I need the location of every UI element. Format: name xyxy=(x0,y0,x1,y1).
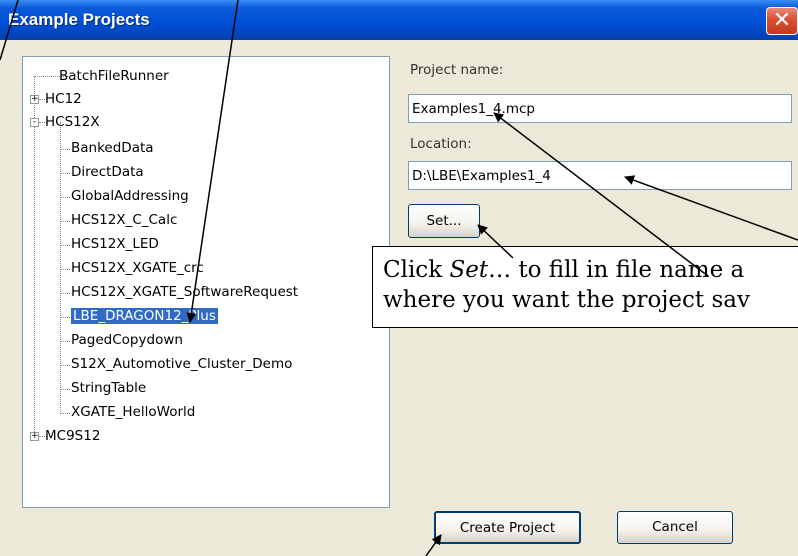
tree-item-lbe-dragon12-plus[interactable]: LBE_DRAGON12_Plus xyxy=(71,307,218,325)
tree-item-label: MC9S12 xyxy=(45,428,101,444)
tree-item-hcs12x-xgate-softwarerequest[interactable]: HCS12X_XGATE_SoftwareRequest xyxy=(71,283,298,301)
set-button-label: Set... xyxy=(426,213,462,229)
tree-item-label: HCS12X_LED xyxy=(71,236,159,252)
tree-item-label: HC12 xyxy=(45,91,82,107)
tree-item-label: BankedData xyxy=(71,140,154,156)
collapse-minus-icon[interactable]: - xyxy=(30,118,39,127)
tree-item-batchfilerunner[interactable]: BatchFileRunner xyxy=(59,67,169,85)
callout-line-2: where you want the project sav xyxy=(383,287,750,313)
tree-item-label: HCS12X_XGATE_SoftwareRequest xyxy=(71,284,299,300)
tree-item-hcs12x-led[interactable]: HCS12X_LED xyxy=(71,235,159,253)
tree-item-label: StringTable xyxy=(71,380,147,396)
tree-item-label: S12X_Automotive_Cluster_Demo xyxy=(71,356,293,372)
window-title: Example Projects xyxy=(8,10,150,29)
callout-line-1: Click Set… to fill in file name a xyxy=(383,257,745,283)
tree-item-xgate-helloworld[interactable]: XGATE_HelloWorld xyxy=(71,403,195,421)
title-bar: Example Projects ✕ xyxy=(0,0,798,40)
dialog-window: Example Projects ✕ BatchFileRunner + HC1… xyxy=(0,0,798,556)
tree-item-label: HCS12X_XGATE_crc xyxy=(71,260,204,276)
expand-plus-icon[interactable]: + xyxy=(30,95,39,104)
cancel-label: Cancel xyxy=(652,519,698,535)
tree-item-pagedcopydown[interactable]: PagedCopydown xyxy=(71,331,183,349)
tree-item-hcs12x-c-calc[interactable]: HCS12X_C_Calc xyxy=(71,211,177,229)
project-name-label: Project name: xyxy=(410,62,504,78)
tree-item-label: HCS12X_C_Calc xyxy=(71,212,178,228)
tree-item-label: XGATE_HelloWorld xyxy=(71,404,196,420)
tree-item-label: GlobalAddressing xyxy=(71,188,189,204)
close-icon: ✕ xyxy=(772,8,792,33)
expand-plus-icon[interactable]: + xyxy=(30,432,39,441)
tree-item-label: DirectData xyxy=(71,164,144,180)
location-label: Location: xyxy=(410,136,472,152)
cancel-button[interactable]: Cancel xyxy=(617,511,733,544)
tree-item-hcs12x[interactable]: HCS12X xyxy=(45,113,100,131)
tree-item-bankeddata[interactable]: BankedData xyxy=(71,139,154,157)
tree-item-label: BatchFileRunner xyxy=(59,68,169,84)
annotation-callout: Click Set… to fill in file name a where … xyxy=(372,246,798,328)
create-project-button[interactable]: Create Project xyxy=(434,511,581,544)
tree-item-mc9s12[interactable]: MC9S12 xyxy=(45,427,100,445)
tree-item-label: HCS12X xyxy=(45,114,100,130)
create-project-label: Create Project xyxy=(459,520,556,536)
project-tree[interactable]: BatchFileRunner + HC12 - HCS12X BankedDa… xyxy=(22,56,390,508)
close-button[interactable]: ✕ xyxy=(766,7,798,35)
location-input[interactable] xyxy=(408,161,792,190)
project-name-input[interactable] xyxy=(408,94,792,123)
tree-item-stringtable[interactable]: StringTable xyxy=(71,379,146,397)
tree-line xyxy=(34,76,35,436)
tree-item-hcs12x-xgate-crc[interactable]: HCS12X_XGATE_crc xyxy=(71,259,204,277)
tree-line xyxy=(60,122,61,412)
set-button[interactable]: Set... xyxy=(408,204,480,238)
tree-item-label: LBE_DRAGON12_Plus xyxy=(71,308,218,324)
tree-item-directdata[interactable]: DirectData xyxy=(71,163,144,181)
tree-item-s12x-automotive-cluster-demo[interactable]: S12X_Automotive_Cluster_Demo xyxy=(71,355,292,373)
tree-item-label: PagedCopydown xyxy=(71,332,183,348)
tree-item-globaladdressing[interactable]: GlobalAddressing xyxy=(71,187,189,205)
tree-item-hc12[interactable]: HC12 xyxy=(45,90,82,108)
